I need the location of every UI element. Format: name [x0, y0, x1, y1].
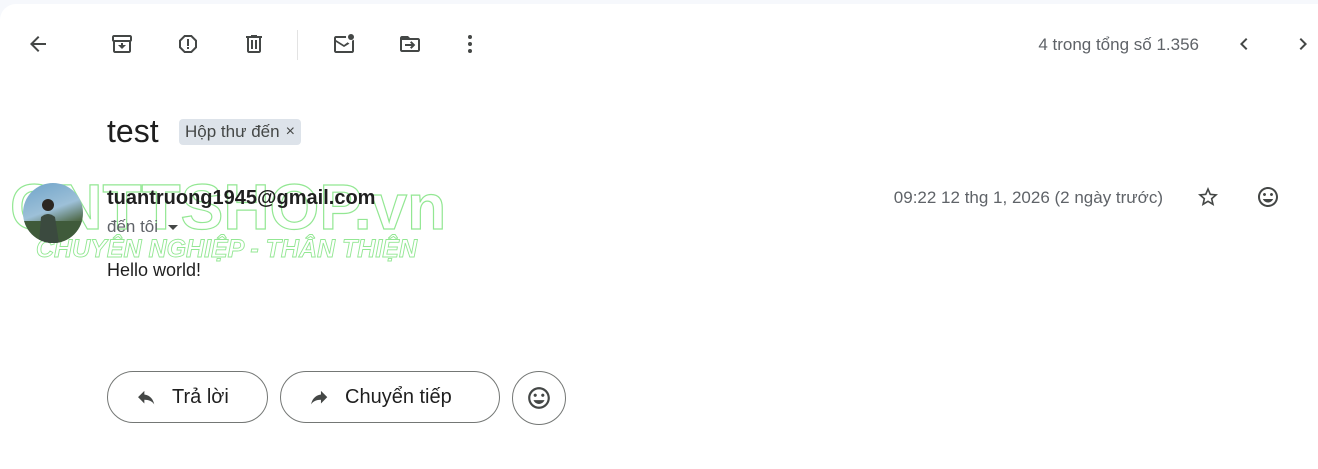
- reply-button[interactable]: Trả lời: [107, 371, 268, 423]
- report-spam-button[interactable]: [168, 24, 208, 64]
- email-subject: test: [107, 113, 159, 149]
- forward-label: Chuyển tiếp: [345, 385, 452, 408]
- forward-button[interactable]: Chuyển tiếp: [280, 371, 500, 423]
- next-message-button[interactable]: [1283, 24, 1318, 64]
- remove-label-icon[interactable]: ×: [286, 123, 295, 141]
- label-chip-text: Hộp thư đến: [185, 122, 280, 141]
- chevron-right-icon: [1299, 38, 1307, 50]
- message-body: Hello world!: [107, 260, 202, 280]
- star-button[interactable]: [1188, 177, 1228, 217]
- chevron-left-icon: [1240, 38, 1248, 50]
- emoji-icon: [1258, 187, 1278, 207]
- archive-icon: [112, 35, 132, 53]
- back-button[interactable]: [18, 24, 58, 64]
- caret-down-icon: [168, 224, 179, 230]
- move-to-icon: [400, 36, 420, 52]
- pager-text: 4 trong tổng số 1.356: [1038, 35, 1199, 54]
- delete-button[interactable]: [234, 24, 274, 64]
- sender-avatar[interactable]: [23, 183, 83, 243]
- archive-button[interactable]: [102, 24, 142, 64]
- recipients-dropdown[interactable]: đến tôi: [107, 217, 179, 237]
- arrow-back-icon: [30, 36, 46, 52]
- emoji-icon: [528, 387, 550, 409]
- add-reaction-button[interactable]: [1248, 177, 1288, 217]
- reply-icon: [138, 390, 155, 405]
- toolbar-divider: [297, 30, 298, 60]
- previous-message-button[interactable]: [1224, 24, 1264, 64]
- mark-unread-icon: [334, 34, 354, 53]
- more-vert-icon: [468, 35, 472, 53]
- forward-icon: [311, 390, 328, 405]
- message-view: 4 trong tổng số 1.356 test Hộp thư đến ×…: [0, 4, 1318, 469]
- report-icon: [179, 35, 197, 53]
- trash-icon: [246, 35, 262, 53]
- mark-unread-button[interactable]: [324, 24, 364, 64]
- avatar-photo: [23, 199, 83, 243]
- reply-label: Trả lời: [172, 385, 229, 408]
- recipients-label: đến tôi: [107, 217, 159, 236]
- svg-text:CHUYÊN NGHIỆP - THÂN THIỆN: CHUYÊN NGHIỆP - THÂN THIỆN: [36, 233, 418, 263]
- move-to-button[interactable]: [390, 24, 430, 64]
- sender-email[interactable]: tuantruong1945@gmail.com: [107, 187, 375, 210]
- more-options-button[interactable]: [450, 24, 490, 64]
- message-date: 09:22 12 thg 1, 2026 (2 ngày trước): [893, 188, 1163, 207]
- emoji-reaction-button[interactable]: [512, 371, 566, 425]
- star-outline-icon: [1198, 187, 1218, 206]
- label-chip-inbox[interactable]: Hộp thư đến ×: [179, 119, 301, 145]
